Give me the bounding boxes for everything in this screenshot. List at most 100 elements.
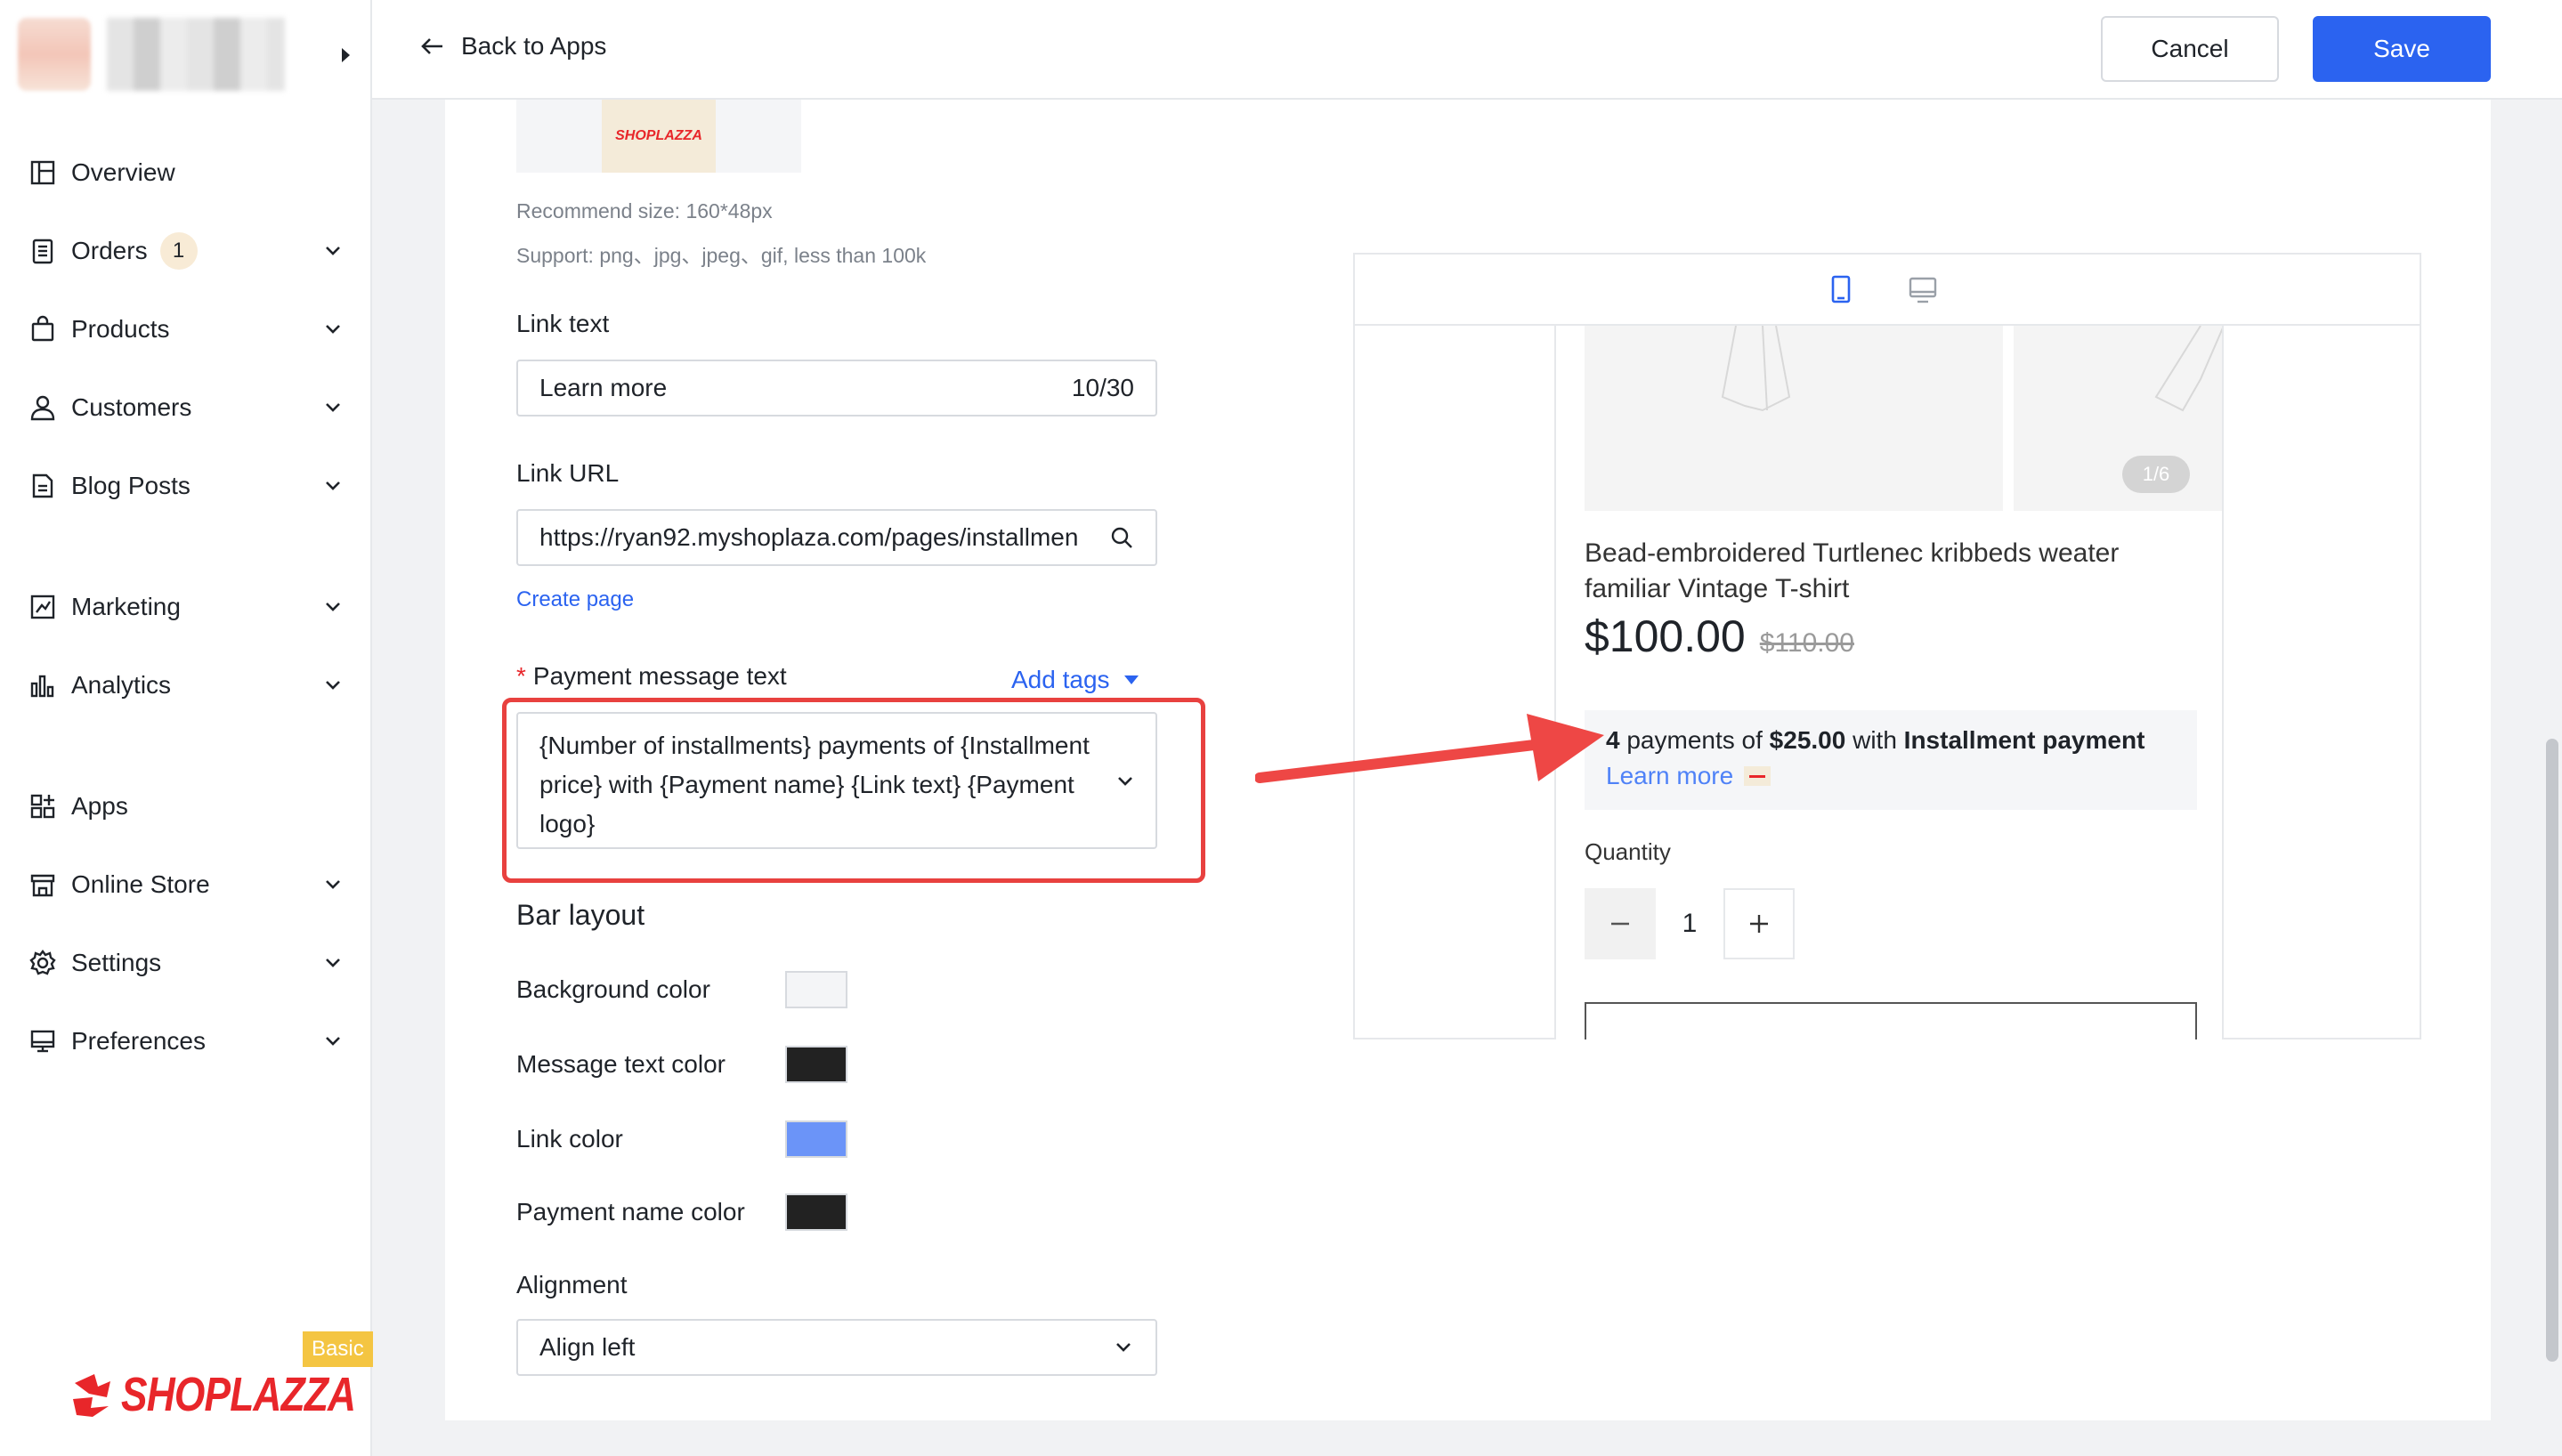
sidebar-item-overview[interactable]: Overview [25,146,349,199]
message-text-color-swatch[interactable] [785,1046,847,1083]
quantity-value[interactable]: 1 [1656,909,1723,939]
sidebar-item-analytics[interactable]: Analytics [25,659,349,712]
plus-icon [1750,915,1768,933]
sidebar-item-orders[interactable]: Orders 1 [25,224,349,278]
plan-badge: Basic [303,1331,373,1367]
bar-chart-icon [25,667,61,703]
required-asterisk: * [516,662,526,690]
installment-amount: $25.00 [1769,726,1846,754]
sidebar-item-label: Analytics [71,671,172,699]
annotation-arrow-icon [1255,714,1604,783]
message-fragment: with [1845,726,1904,754]
search-icon[interactable] [1109,525,1134,550]
image-counter: 1/6 [2122,456,2190,493]
desktop-preview-tab[interactable] [1907,274,1939,306]
brand-wordmark: SHOPLAZZA [121,1368,356,1421]
monitor-icon [25,1023,61,1059]
add-to-cart-button[interactable] [1585,1002,2197,1039]
chevron-down-icon[interactable] [1115,771,1136,792]
link-url-input[interactable]: https://ryan92.myshoplaza.com/pages/inst… [516,509,1157,566]
back-to-apps-link[interactable]: Back to Apps [418,32,606,61]
sidebar-item-settings[interactable]: Settings [25,936,349,990]
support-formats-hint: Support: png、jpg、jpeg、gif, less than 100… [516,244,927,267]
caret-right-icon[interactable] [335,44,356,66]
sidebar-item-label: Overview [71,158,175,186]
orders-icon [25,233,61,269]
sidebar-item-label: Orders [71,237,148,264]
create-page-link[interactable]: Create page [516,587,634,612]
alignment-value: Align left [539,1333,636,1361]
link-text-label: Link text [516,310,610,337]
char-counter: 10/30 [1071,374,1134,401]
mobile-device-frame: 1/6 Bead-embroidered Turtlenec kribbeds … [1554,326,2224,1039]
sidebar-item-preferences[interactable]: Preferences [25,1015,349,1068]
sidebar-item-label: Blog Posts [71,472,191,499]
sidebar-item-customers[interactable]: Customers [25,381,349,434]
sidebar-item-label: Marketing [71,593,181,620]
garment-illustration [2154,326,2222,412]
sidebar-item-products[interactable]: Products [25,303,349,356]
save-button[interactable]: Save [2313,16,2491,82]
payment-name: Installment payment [1903,726,2145,754]
mobile-preview-tab[interactable] [1825,274,1857,306]
alignment-select[interactable]: Align left [516,1319,1157,1376]
chevron-down-icon [322,952,344,974]
shoplazza-mark-icon [73,1374,110,1417]
link-text-input[interactable]: Learn more 10/30 [516,360,1157,417]
installment-message-text: 4 payments of $25.00 with Installment pa… [1606,723,2176,758]
sidebar-item-label: Online Store [71,870,210,898]
apps-icon [25,789,61,824]
payment-name-color-swatch[interactable] [785,1193,847,1231]
product-image-main[interactable] [1585,326,2003,511]
payment-logo-preview[interactable]: SHOPLAZZA [516,100,801,173]
quantity-label: Quantity [1585,838,1671,865]
store-switcher[interactable] [18,18,356,98]
scrollbar-thumb[interactable] [2546,739,2558,1362]
add-tags-dropdown[interactable]: Add tags [1011,666,1140,694]
payment-message-textarea[interactable]: {Number of installments} payments of {In… [516,712,1157,849]
message-link-row: Learn more [1606,758,2176,794]
link-color-swatch[interactable] [785,1120,847,1158]
background-color-swatch[interactable] [785,971,847,1008]
alignment-label: Alignment [516,1271,628,1298]
price-row: $100.00 $110.00 [1585,611,1854,662]
product-image-next[interactable] [2014,326,2222,511]
message-text-color-row: Message text color [516,1045,872,1084]
chevron-down-icon [322,397,344,418]
brand-footer: Basic SHOPLAZZA [0,1331,373,1456]
sidebar-item-label: Preferences [71,1027,206,1055]
link-text-value: Learn more [539,374,668,401]
cancel-button[interactable]: Cancel [2101,16,2279,82]
top-bar: Back to Apps Cancel Save [372,0,2562,100]
desktop-icon [1909,277,1937,303]
sidebar-item-blog-posts[interactable]: Blog Posts [25,459,349,513]
sidebar: Overview Orders 1 Products Customers Blo… [0,0,373,1456]
sidebar-item-apps[interactable]: Apps [25,780,349,833]
chevron-down-icon [322,319,344,340]
mobile-icon [1831,275,1851,303]
sidebar-item-marketing[interactable]: Marketing [25,580,349,634]
user-icon [25,390,61,425]
link-color-row: Link color [516,1120,872,1159]
increase-quantity-button[interactable] [1723,888,1795,959]
sidebar-item-online-store[interactable]: Online Store [25,858,349,911]
bag-icon [25,311,61,347]
bar-layout-title: Bar layout [516,899,645,931]
chevron-down-icon [322,596,344,618]
payment-message-label: * Payment message text [516,662,787,691]
device-toggle [1355,255,2420,326]
learn-more-link[interactable]: Learn more [1606,758,1733,794]
installment-message-bar: 4 payments of $25.00 with Installment pa… [1585,710,2197,810]
sidebar-item-label: Apps [71,792,128,820]
link-url-label: Link URL [516,459,620,487]
payment-message-value: {Number of installments} payments of {In… [539,732,1090,837]
chevron-down-icon [322,1031,344,1052]
payment-logo-icon [1744,766,1772,786]
decrease-quantity-button[interactable] [1585,888,1656,959]
compare-at-price: $110.00 [1759,628,1854,658]
quantity-stepper: 1 [1585,888,1795,959]
document-icon [25,468,61,504]
add-tags-label: Add tags [1011,666,1110,693]
chevron-down-icon [322,240,344,262]
message-text-color-label: Message text color [516,1050,726,1078]
